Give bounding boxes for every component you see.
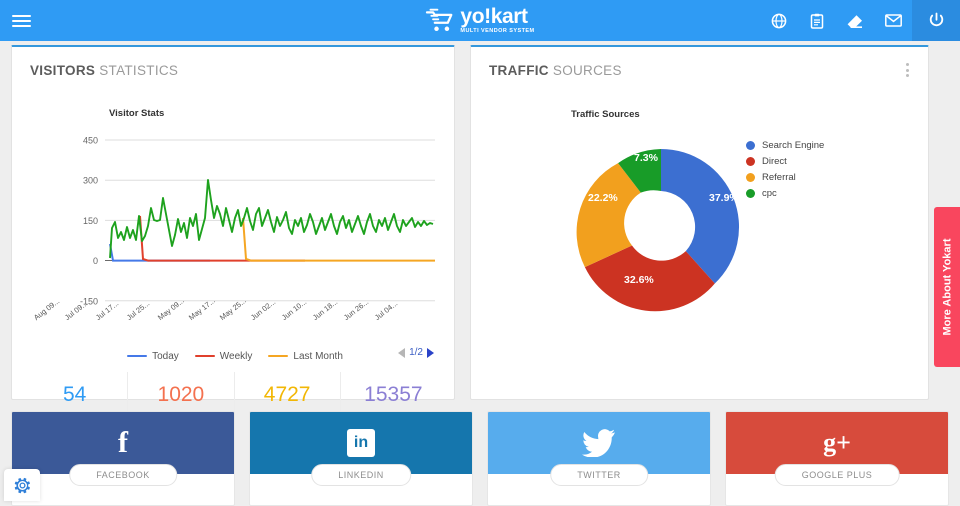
- traffic-panel-title: TRAFFIC SOURCES: [471, 47, 928, 78]
- legend-label: Referral: [762, 172, 796, 183]
- legend-label: cpc: [762, 188, 777, 199]
- legend-swatch: [268, 354, 289, 358]
- power-icon[interactable]: [912, 0, 960, 41]
- visitor-chart-x-axis: Aug 09... Jul 09... Jul 17... Jul 25... …: [30, 296, 440, 349]
- settings-gear-button[interactable]: [4, 469, 40, 501]
- hamburger-line: [11, 19, 31, 22]
- googleplus-glyph: g+: [823, 428, 851, 457]
- linkedin-glyph: in: [347, 429, 375, 457]
- svg-text:150: 150: [83, 216, 98, 226]
- legend-label: Today: [152, 350, 179, 362]
- twitter-label[interactable]: TWITTER: [550, 464, 648, 486]
- legend-label: Direct: [762, 156, 787, 167]
- gear-icon: [14, 477, 30, 493]
- legend-swatch: [746, 157, 755, 166]
- kebab-dot: [905, 74, 909, 77]
- hamburger-line: [11, 24, 31, 27]
- donut-label-referral: 22.2%: [588, 192, 618, 204]
- facebook-glyph: f: [118, 426, 128, 459]
- traffic-chart-title: Traffic Sources: [571, 109, 640, 120]
- legend-swatch: [746, 173, 755, 182]
- social-card-twitter[interactable]: TWITTER: [487, 411, 711, 506]
- legend-swatch: [194, 354, 215, 358]
- stat-value: 4727: [263, 383, 311, 407]
- donut-label-search-engine: 37.9%: [709, 192, 739, 204]
- envelope-icon[interactable]: [874, 0, 912, 41]
- hamburger-line: [11, 14, 31, 17]
- clipboard-icon[interactable]: [798, 0, 836, 41]
- legend-item-search-engine[interactable]: Search Engine: [746, 140, 824, 151]
- social-card-facebook[interactable]: f FACEBOOK: [11, 411, 235, 506]
- shopping-cart-icon: [426, 8, 453, 31]
- more-vertical-icon[interactable]: [900, 61, 914, 79]
- stat-value: 15357: [364, 383, 423, 407]
- legend-label: Last Month: [293, 350, 343, 362]
- kebab-dot: [905, 68, 909, 72]
- legend-swatch: [746, 189, 755, 198]
- chevron-right-icon[interactable]: [427, 347, 434, 358]
- legend-item-direct[interactable]: Direct: [746, 156, 824, 167]
- legend-item-cpc[interactable]: cpc: [746, 188, 824, 199]
- more-about-yokart-tab[interactable]: More About Yokart: [934, 207, 960, 367]
- top-navigation-bar: yo!kart MULTI VENDOR SYSTEM: [0, 0, 960, 41]
- kebab-dot: [905, 63, 909, 66]
- traffic-title-light: SOURCES: [548, 63, 622, 78]
- svg-text:450: 450: [83, 136, 98, 146]
- visitors-title-light: STATISTICS: [95, 63, 179, 78]
- twitter-bird-icon: [582, 429, 615, 457]
- visitor-chart-legend: Today Weekly Last Month: [30, 347, 440, 365]
- donut-label-cpc: 7.3%: [634, 152, 659, 164]
- legend-item-last-month[interactable]: Last Month: [268, 350, 343, 362]
- legend-item-weekly[interactable]: Weekly: [194, 350, 253, 362]
- legend-label: Search Engine: [762, 140, 825, 151]
- logo-wordmark: yo!kart: [460, 5, 528, 29]
- linkedin-label[interactable]: LINKEDIN: [311, 464, 411, 486]
- facebook-label[interactable]: FACEBOOK: [69, 464, 177, 486]
- visitors-statistics-panel: VISITORS STATISTICS Visitor Stats 450 30…: [11, 45, 455, 434]
- dashboard-content: VISITORS STATISTICS Visitor Stats 450 30…: [0, 41, 960, 506]
- page-indicator: 1/2: [409, 347, 423, 358]
- social-card-googleplus[interactable]: g+ GOOGLE PLUS: [725, 411, 949, 506]
- legend-swatch: [127, 354, 148, 358]
- chart-pagination[interactable]: 1/2: [398, 347, 434, 358]
- legend-swatch: [746, 141, 755, 150]
- traffic-donut-chart: 37.9% 32.6% 22.2% 7.3%: [576, 149, 739, 312]
- visitor-chart-title: Visitor Stats: [109, 108, 165, 119]
- stat-value: 54: [62, 383, 87, 407]
- social-card-linkedin[interactable]: in LINKEDIN: [249, 411, 473, 506]
- hamburger-menu-icon[interactable]: [0, 0, 42, 41]
- social-cards-row: f FACEBOOK in LINKEDIN TWITTER g+ GOOGLE…: [11, 411, 949, 506]
- stat-value: 1020: [157, 383, 205, 407]
- globe-icon[interactable]: [760, 0, 798, 41]
- googleplus-label[interactable]: GOOGLE PLUS: [774, 464, 900, 486]
- legend-item-today[interactable]: Today: [127, 351, 179, 362]
- traffic-chart-legend: Search Engine Direct Referral cpc: [746, 140, 824, 199]
- legend-label: Weekly: [219, 350, 253, 362]
- svg-text:0: 0: [93, 256, 98, 266]
- traffic-sources-panel: TRAFFIC SOURCES Traffic Sources 37.9% 32…: [470, 45, 929, 400]
- visitors-title-bold: VISITORS: [30, 63, 96, 78]
- visitors-panel-title: VISITORS STATISTICS: [12, 47, 454, 78]
- eraser-icon[interactable]: [836, 0, 874, 41]
- svg-text:300: 300: [83, 176, 98, 186]
- donut-label-direct: 32.6%: [624, 274, 654, 286]
- legend-item-referral[interactable]: Referral: [746, 172, 824, 183]
- chevron-left-icon[interactable]: [398, 347, 406, 358]
- sidetab-label: More About Yokart: [941, 238, 954, 336]
- traffic-title-bold: TRAFFIC: [489, 63, 549, 78]
- topbar-actions: [760, 0, 960, 41]
- logo-tagline: MULTI VENDOR SYSTEM: [460, 28, 535, 35]
